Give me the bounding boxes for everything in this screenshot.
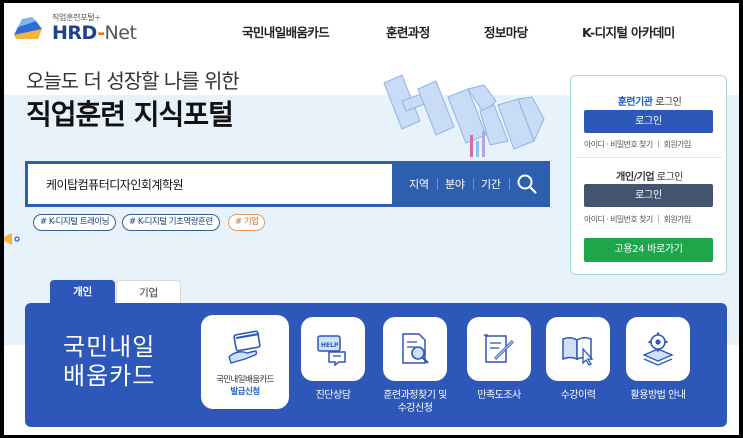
user-find-id-pw-link[interactable]: 아이디 · 비밀번호 찾기 bbox=[584, 215, 653, 224]
org-login-title-rest: 로그인 bbox=[652, 97, 682, 108]
service-label-line2: 수강신청 bbox=[397, 403, 433, 414]
tab-individual[interactable]: 개인 bbox=[50, 280, 115, 304]
megaphone-decoration-icon bbox=[4, 233, 20, 245]
card-apply-button[interactable]: 국민내일배움카드 발급신청 bbox=[201, 315, 289, 409]
search-icon[interactable] bbox=[515, 172, 539, 196]
filter-period[interactable]: 기간 bbox=[481, 176, 501, 192]
panel-title-line1: 국민내일 bbox=[63, 333, 156, 361]
logo-dash: - bbox=[97, 22, 105, 44]
document-search-icon bbox=[402, 333, 429, 364]
filter-region[interactable]: 지역 bbox=[409, 176, 429, 192]
nav-national-card[interactable]: 국민내일배움카드 bbox=[242, 22, 330, 41]
book-cursor-icon bbox=[562, 336, 594, 366]
nav-training-courses[interactable]: 훈련과정 bbox=[386, 22, 430, 41]
org-signup-link[interactable]: 회원가입 bbox=[664, 140, 692, 149]
logo-net: Net bbox=[104, 22, 137, 44]
tag-k-digital-basic[interactable]: # K-디지털 기초역량훈련 bbox=[122, 214, 220, 231]
panel-title: 국민내일 배움카드 bbox=[63, 333, 193, 391]
filter-divider bbox=[509, 178, 510, 190]
logo-hrd: HRD bbox=[52, 22, 98, 44]
tag-k-digital-training[interactable]: # K-디지털 트레이닝 bbox=[33, 214, 117, 231]
gear-stack-icon bbox=[642, 332, 674, 366]
link-divider bbox=[657, 215, 659, 223]
org-login-title-bold: 훈련기관 bbox=[617, 97, 653, 108]
login-panel: 훈련기관 로그인 로그인 아이디 · 비밀번호 찾기 회원가입 개인/기업 로그인… bbox=[570, 75, 727, 275]
hrd-3d-letters-decoration bbox=[383, 74, 545, 157]
nav-k-digital-academy[interactable]: K-디지털 아카데미 bbox=[582, 22, 675, 41]
service-satisfaction-survey[interactable]: 만족도조사 bbox=[467, 317, 533, 417]
user-login-title-bold: 개인/기업 bbox=[616, 172, 655, 183]
logo-small-text: 직업훈련포털 bbox=[52, 13, 95, 22]
service-label: 활용방법 안내 bbox=[630, 390, 686, 401]
browser-frame: 직업훈련포털+ HRD-Net 국민내일배움카드 훈련과정 정보마당 K-디지털… bbox=[4, 3, 739, 435]
service-usage-guide[interactable]: 활용방법 안내 bbox=[626, 317, 692, 417]
service-diagnosis-consult[interactable]: HELP 진단상담 bbox=[301, 317, 367, 417]
filter-divider bbox=[473, 178, 474, 190]
filter-field[interactable]: 분야 bbox=[445, 176, 465, 192]
service-label: 진단상담 bbox=[315, 390, 351, 401]
org-login-button[interactable]: 로그인 bbox=[584, 110, 713, 133]
service-course-search[interactable]: 훈련과정찾기 및수강신청 bbox=[383, 317, 449, 417]
site-header: 직업훈련포털+ HRD-Net 국민내일배움카드 훈련과정 정보마당 K-디지털… bbox=[4, 3, 739, 61]
tab-company[interactable]: 기업 bbox=[116, 280, 181, 304]
svg-text:HELP: HELP bbox=[321, 342, 339, 349]
service-label: 만족도조사 bbox=[477, 390, 521, 401]
search-bar: 지역 분야 기간 bbox=[25, 161, 550, 207]
user-signup-link[interactable]: 회원가입 bbox=[664, 215, 692, 224]
national-card-panel: 국민내일 배움카드 국민내일배움카드 발급신청 HELP 진단상담 훈련과정찾기… bbox=[25, 303, 727, 427]
hero-title: 직업훈련 지식포털 bbox=[26, 98, 234, 131]
panel-title-line2: 배움카드 bbox=[63, 362, 156, 390]
tag-company[interactable]: # 기업 bbox=[228, 214, 266, 231]
hero-subtitle: 오늘도 더 성장할 나를 위한 bbox=[26, 69, 240, 93]
card-apply-label-line1: 국민내일배움카드 bbox=[216, 375, 274, 385]
service-label: 수강이력 bbox=[560, 390, 596, 401]
user-login-title-rest: 로그인 bbox=[654, 172, 684, 183]
filter-divider bbox=[437, 178, 438, 190]
service-label: 훈련과정찾기 및 bbox=[383, 390, 447, 401]
nav-info-yard[interactable]: 정보마당 bbox=[484, 22, 528, 41]
logo-plus: + bbox=[94, 13, 101, 22]
goyong24-button[interactable]: 고용24 바로가기 bbox=[584, 238, 713, 262]
link-divider bbox=[657, 140, 659, 148]
user-login-button[interactable]: 로그인 bbox=[584, 184, 713, 207]
help-chat-icon: HELP bbox=[317, 335, 346, 367]
login-divider bbox=[577, 157, 722, 158]
hrd-net-logo[interactable]: 직업훈련포털+ HRD-Net bbox=[12, 9, 142, 45]
hero-section: 오늘도 더 성장할 나를 위한 직업훈련 지식포털 지역 분야 기간 # K-디… bbox=[4, 61, 739, 435]
hrd-logo-icon bbox=[14, 17, 42, 39]
search-input[interactable] bbox=[28, 164, 392, 204]
card-hand-icon bbox=[228, 330, 261, 364]
card-apply-label-line2: 발급신청 bbox=[230, 387, 260, 397]
survey-pen-icon bbox=[483, 333, 515, 363]
service-course-history[interactable]: 수강이력 bbox=[546, 317, 612, 417]
org-find-id-pw-link[interactable]: 아이디 · 비밀번호 찾기 bbox=[584, 140, 653, 149]
